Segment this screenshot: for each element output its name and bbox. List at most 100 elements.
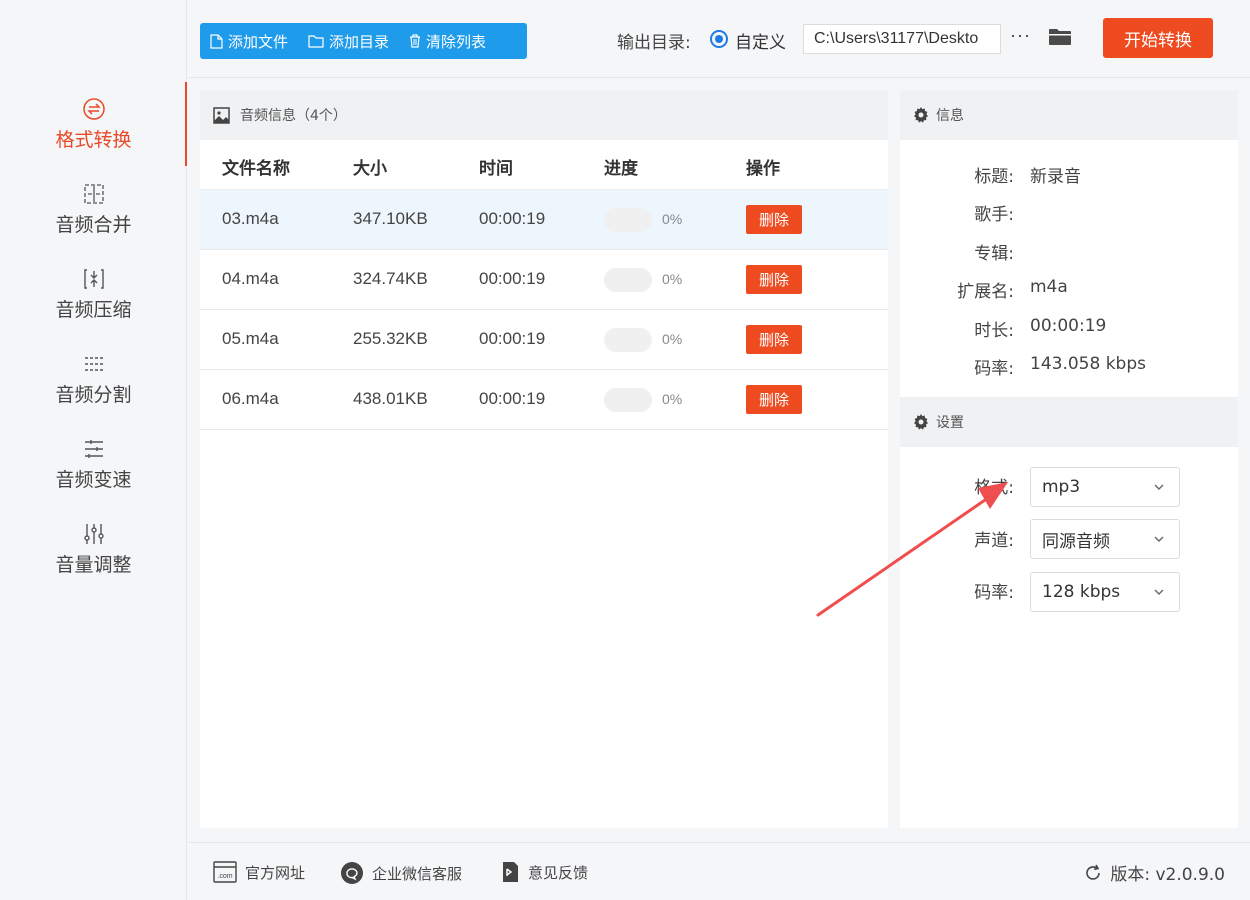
- info-key: 码率:: [974, 359, 1014, 379]
- wechat-support-link[interactable]: 企业微信客服: [340, 861, 462, 885]
- sidebar-item-label: 音量调整: [55, 553, 132, 576]
- bitrate-select-value: 128 kbps: [1042, 582, 1121, 602]
- output-directory-label: 输出目录:: [617, 33, 691, 53]
- split-icon: [82, 352, 106, 376]
- info-row-album: 专辑:: [900, 239, 1238, 264]
- progress-percent: 0%: [662, 331, 683, 347]
- progress-bar: [604, 388, 652, 412]
- progress-bar: [604, 208, 652, 232]
- version-label: 版本: v2.0.9.0: [1110, 865, 1225, 885]
- info-key: 时长:: [974, 321, 1014, 341]
- add-file-button[interactable]: 添加文件: [210, 31, 288, 52]
- compress-icon: [82, 267, 106, 291]
- official-website-label: 官方网址: [245, 863, 306, 882]
- audio-list-header: 音频信息（4个）: [200, 90, 888, 140]
- footer: .com 官方网址 企业微信客服 意见反馈 版本: v2.0.9.0: [188, 842, 1250, 900]
- setting-key: 声道:: [974, 531, 1014, 551]
- custom-radio-label[interactable]: 自定义: [735, 28, 786, 53]
- info-key: 扩展名:: [957, 282, 1014, 302]
- info-header: 信息: [900, 90, 1238, 140]
- file-name: 05.m4a: [222, 329, 279, 348]
- feedback-label: 意见反馈: [528, 863, 589, 882]
- delete-button[interactable]: 删除: [746, 325, 802, 354]
- settings-title: 设置: [936, 415, 964, 431]
- delete-button[interactable]: 删除: [746, 385, 802, 414]
- gear-icon: [914, 107, 928, 123]
- official-website-link[interactable]: .com 官方网址: [213, 861, 305, 883]
- sidebar-item-label: 音频分割: [55, 383, 132, 406]
- more-options-button[interactable]: ···: [1010, 25, 1031, 46]
- table-header: 文件名称 大小 时间 进度 操作: [200, 140, 888, 190]
- sidebar-item-format-convert[interactable]: 格式转换: [0, 82, 187, 166]
- format-select[interactable]: mp3: [1030, 467, 1180, 507]
- format-select-value: mp3: [1042, 477, 1081, 497]
- top-toolbar: 添加文件 添加目录 清除列表 输出目录: 自定义 ··· 开始转换: [188, 0, 1250, 78]
- info-row-artist: 歌手:: [900, 200, 1238, 225]
- column-header-action: 操作: [746, 159, 780, 179]
- settings-header: 设置: [900, 397, 1238, 447]
- progress-percent: 0%: [662, 391, 683, 407]
- progress-bar: [604, 328, 652, 352]
- folder-icon[interactable]: [1048, 27, 1072, 52]
- info-row-title: 标题: 新录音: [900, 162, 1238, 187]
- delete-button[interactable]: 删除: [746, 205, 802, 234]
- file-size: 255.32KB: [353, 329, 428, 348]
- wechat-support-label: 企业微信客服: [372, 864, 463, 883]
- channel-select[interactable]: 同源音频: [1030, 519, 1180, 559]
- clear-list-button[interactable]: 清除列表: [409, 31, 486, 52]
- format-convert-icon: [82, 97, 106, 121]
- version-info[interactable]: 版本: v2.0.9.0: [1083, 860, 1225, 885]
- sidebar-item-volume-adjust[interactable]: 音量调整: [0, 507, 187, 591]
- chevron-down-icon: [1154, 484, 1164, 490]
- setting-key: 格式:: [974, 478, 1014, 498]
- progress-bar: [604, 268, 652, 292]
- clear-list-label: 清除列表: [426, 32, 487, 51]
- audio-list-panel: 音频信息（4个） 文件名称 大小 时间 进度 操作 03.m4a 347.10K…: [200, 90, 888, 828]
- add-file-label: 添加文件: [228, 32, 289, 51]
- add-directory-label: 添加目录: [329, 32, 390, 51]
- file-size: 324.74KB: [353, 269, 428, 288]
- custom-radio[interactable]: [710, 30, 728, 48]
- right-panel: 信息 标题: 新录音 歌手: 专辑: 扩展名: m4a 时长: 00:00:19…: [900, 90, 1238, 828]
- setting-key: 码率:: [974, 583, 1014, 603]
- image-icon: [213, 106, 230, 124]
- info-row-bitrate: 码率: 143.058 kbps: [900, 354, 1238, 379]
- volume-adjust-icon: [82, 522, 106, 546]
- speed-icon: [82, 437, 106, 461]
- progress-percent: 0%: [662, 211, 683, 227]
- sidebar-item-label: 音频压缩: [55, 298, 132, 321]
- table-row[interactable]: 04.m4a 324.74KB 00:00:19 0% 删除: [200, 250, 888, 310]
- sidebar-item-label: 格式转换: [55, 128, 132, 151]
- column-header-progress: 进度: [604, 159, 638, 179]
- delete-button[interactable]: 删除: [746, 265, 802, 294]
- table-row[interactable]: 05.m4a 255.32KB 00:00:19 0% 删除: [200, 310, 888, 370]
- sidebar-item-audio-split[interactable]: 音频分割: [0, 337, 187, 421]
- sidebar-item-audio-speed[interactable]: 音频变速: [0, 422, 187, 506]
- feedback-link[interactable]: 意见反馈: [500, 861, 588, 883]
- info-title: 信息: [936, 108, 964, 124]
- sidebar-item-audio-merge[interactable]: 音频合并: [0, 167, 187, 251]
- bitrate-select[interactable]: 128 kbps: [1030, 572, 1180, 612]
- column-header-name: 文件名称: [222, 159, 290, 179]
- add-directory-button[interactable]: 添加目录: [308, 31, 389, 52]
- chevron-down-icon: [1154, 589, 1164, 595]
- file-name: 03.m4a: [222, 209, 279, 228]
- output-path-input[interactable]: [803, 24, 1001, 54]
- info-row-duration: 时长: 00:00:19: [900, 316, 1238, 341]
- info-row-extension: 扩展名: m4a: [900, 277, 1238, 302]
- info-value: 新录音: [1030, 167, 1081, 187]
- sidebar-item-label: 音频合并: [55, 213, 132, 236]
- file-size: 347.10KB: [353, 209, 428, 228]
- table-row[interactable]: 06.m4a 438.01KB 00:00:19 0% 删除: [200, 370, 888, 430]
- sidebar-item-audio-compress[interactable]: 音频压缩: [0, 252, 187, 336]
- feedback-icon: [503, 862, 518, 882]
- sidebar: 格式转换 音频合并 音频压缩 音频分割 音频变速 音量调整: [0, 0, 187, 900]
- start-convert-button[interactable]: 开始转换: [1103, 18, 1213, 58]
- svg-text:.com: .com: [217, 873, 232, 880]
- wechat-icon: [341, 862, 363, 884]
- table-row[interactable]: 03.m4a 347.10KB 00:00:19 0% 删除: [200, 190, 888, 250]
- website-icon: .com: [213, 861, 237, 883]
- file-duration: 00:00:19: [479, 329, 546, 348]
- file-duration: 00:00:19: [479, 389, 546, 408]
- info-value: 143.058 kbps: [1030, 354, 1146, 374]
